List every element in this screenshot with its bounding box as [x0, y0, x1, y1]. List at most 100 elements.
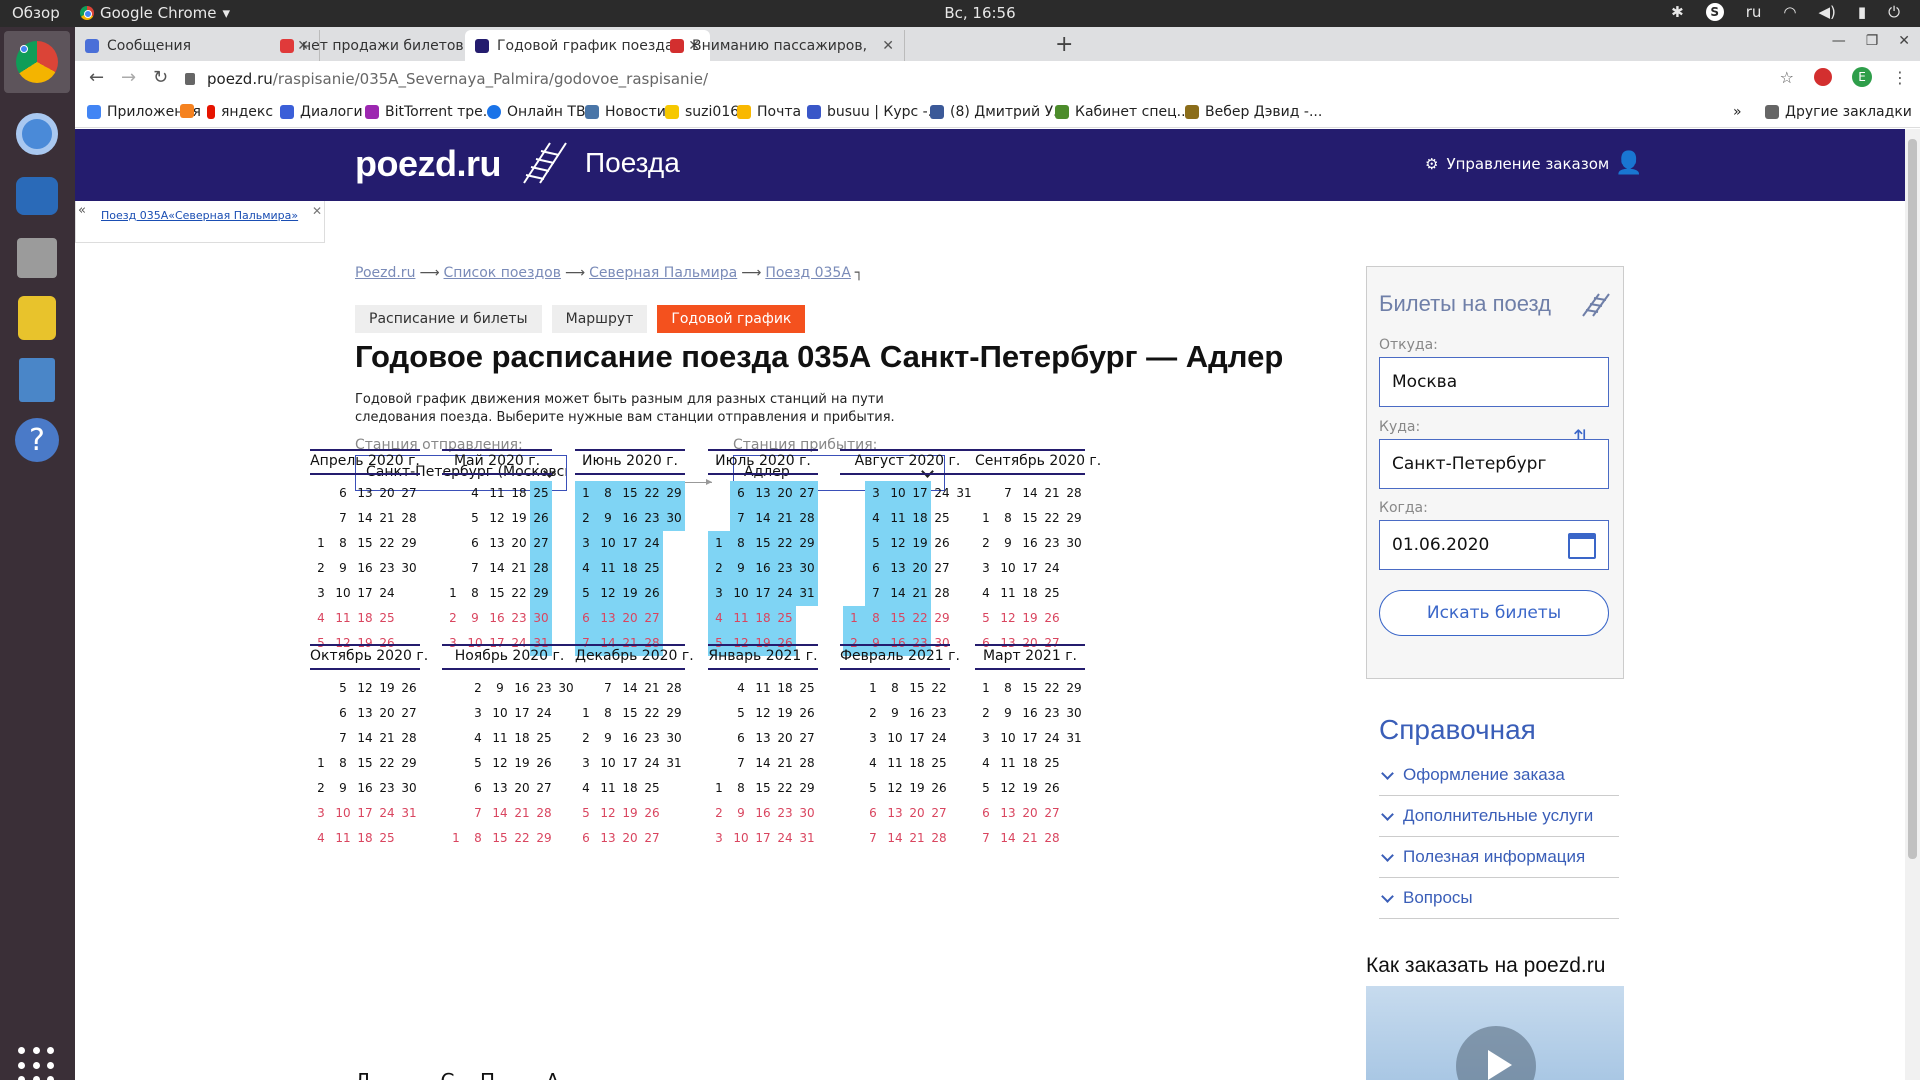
calendar-day[interactable]: 9: [597, 506, 619, 531]
tab-schedule-tickets[interactable]: Расписание и билеты: [355, 305, 542, 333]
calendar-day[interactable]: 12: [997, 776, 1019, 801]
site-section[interactable]: Поезда: [585, 147, 680, 179]
calendar-day[interactable]: 12: [489, 751, 511, 776]
calendar-day[interactable]: 16: [511, 676, 533, 701]
calendar-day[interactable]: 22: [928, 676, 950, 701]
calendar-day[interactable]: 7: [464, 556, 486, 581]
calendar-day[interactable]: 30: [796, 801, 818, 826]
calendar-day[interactable]: 6: [865, 556, 887, 581]
close-icon[interactable]: ✕: [312, 204, 322, 218]
calendar-day[interactable]: 6: [332, 481, 354, 506]
calendar-day[interactable]: 2: [575, 506, 597, 531]
calendar-day[interactable]: 18: [619, 776, 641, 801]
calendar-day[interactable]: 4: [575, 776, 597, 801]
calendar-day[interactable]: 2: [310, 556, 332, 581]
breadcrumb-item[interactable]: Северная Пальмира: [589, 265, 737, 281]
calendar-day[interactable]: 10: [997, 726, 1019, 751]
calendar-day[interactable]: 14: [354, 506, 376, 531]
search-tickets-button[interactable]: Искать билеты: [1379, 590, 1609, 636]
calendar-day[interactable]: 22: [1041, 506, 1063, 531]
calendar-day[interactable]: 31: [953, 481, 975, 506]
calendar-day[interactable]: 30: [398, 776, 420, 801]
calendar-day[interactable]: 5: [467, 751, 489, 776]
calendar-day[interactable]: 31: [663, 751, 685, 776]
calendar-day[interactable]: 5: [730, 701, 752, 726]
calendar-day[interactable]: 8: [332, 751, 354, 776]
calendar-day[interactable]: 29: [530, 581, 552, 606]
to-input[interactable]: Санкт-Петербург: [1379, 439, 1609, 489]
calendar-day[interactable]: 7: [997, 481, 1019, 506]
recent-train-link[interactable]: Поезд 035А«Северная Пальмира»: [101, 209, 298, 222]
calendar-day[interactable]: 11: [486, 481, 508, 506]
activities-button[interactable]: Обзор: [12, 4, 60, 22]
calendar-day[interactable]: 30: [1063, 701, 1085, 726]
calendar-day[interactable]: 2: [862, 701, 884, 726]
calendar-day[interactable]: 18: [508, 481, 530, 506]
calendar-day[interactable]: 1: [442, 581, 464, 606]
calendar-day[interactable]: 15: [1019, 506, 1041, 531]
bookmark-odnoklassniki[interactable]: [180, 104, 194, 118]
calendar-day[interactable]: 14: [354, 726, 376, 751]
calendar-day[interactable]: 13: [752, 481, 774, 506]
calendar-day[interactable]: 27: [796, 481, 818, 506]
calendar-day[interactable]: 29: [796, 531, 818, 556]
calendar-day[interactable]: 18: [1019, 581, 1041, 606]
calendar-day[interactable]: 18: [774, 676, 796, 701]
calendar-day[interactable]: 19: [619, 801, 641, 826]
calendar-day[interactable]: 11: [887, 506, 909, 531]
bookmark-veber[interactable]: Вебер Дэвид -...: [1185, 104, 1322, 120]
from-input[interactable]: Москва: [1379, 357, 1609, 407]
calendar-day[interactable]: 18: [909, 506, 931, 531]
calendar-day[interactable]: 22: [909, 606, 931, 631]
calendar-day[interactable]: 25: [376, 606, 398, 631]
calendar-day[interactable]: 28: [928, 826, 950, 851]
calendar-day[interactable]: 27: [533, 776, 555, 801]
calendar-day[interactable]: 25: [928, 751, 950, 776]
calendar-day[interactable]: 12: [997, 606, 1019, 631]
calendar-day[interactable]: 19: [909, 531, 931, 556]
calendar-day[interactable]: 3: [310, 581, 332, 606]
calendar-day[interactable]: 28: [1063, 481, 1085, 506]
calendar-day[interactable]: 28: [533, 801, 555, 826]
calendar-day[interactable]: 1: [445, 826, 467, 851]
calendar-day[interactable]: 17: [619, 751, 641, 776]
calendar-day[interactable]: 29: [398, 751, 420, 776]
calendar-day[interactable]: 2: [575, 726, 597, 751]
calendar-day[interactable]: 30: [796, 556, 818, 581]
calendar-day[interactable]: 25: [641, 776, 663, 801]
calendar-day[interactable]: 6: [862, 801, 884, 826]
calendar-day[interactable]: 9: [464, 606, 486, 631]
calendar-day[interactable]: 30: [663, 726, 685, 751]
calendar-day[interactable]: 3: [708, 581, 730, 606]
calendar-day[interactable]: 6: [975, 801, 997, 826]
calendar-day[interactable]: 13: [489, 776, 511, 801]
manage-order-link[interactable]: ⚙ Управление заказом: [1425, 155, 1609, 173]
maximize-icon[interactable]: ❐: [1866, 33, 1879, 49]
calendar-day[interactable]: 26: [1041, 606, 1063, 631]
calendar-day[interactable]: 16: [619, 726, 641, 751]
bookmark-busuu[interactable]: busuu | Курс -...: [807, 104, 941, 120]
extension-icon[interactable]: [1814, 68, 1832, 86]
calendar-day[interactable]: 8: [865, 606, 887, 631]
calendar-day[interactable]: 23: [928, 701, 950, 726]
calendar-day[interactable]: 12: [597, 801, 619, 826]
calendar-day[interactable]: 9: [997, 701, 1019, 726]
calendar-day[interactable]: 5: [332, 676, 354, 701]
calendar-day[interactable]: 23: [376, 776, 398, 801]
calendar-day[interactable]: 24: [774, 826, 796, 851]
calendar-day[interactable]: 23: [508, 606, 530, 631]
date-input[interactable]: 01.06.2020: [1379, 520, 1609, 570]
calendar-day[interactable]: 13: [752, 726, 774, 751]
calendar-day[interactable]: 20: [909, 556, 931, 581]
calendar-day[interactable]: 5: [575, 581, 597, 606]
site-logo[interactable]: poezd.ru: [355, 143, 502, 185]
calendar-day[interactable]: 23: [533, 676, 555, 701]
calendar-day[interactable]: 18: [354, 826, 376, 851]
bookmarks-overflow[interactable]: »: [1733, 104, 1742, 120]
calendar-day[interactable]: 5: [975, 776, 997, 801]
calendar-day[interactable]: 9: [332, 776, 354, 801]
calendar-day[interactable]: 17: [354, 581, 376, 606]
calendar-day[interactable]: 24: [641, 751, 663, 776]
calendar-day[interactable]: 22: [1041, 676, 1063, 701]
calendar-day[interactable]: 15: [486, 581, 508, 606]
